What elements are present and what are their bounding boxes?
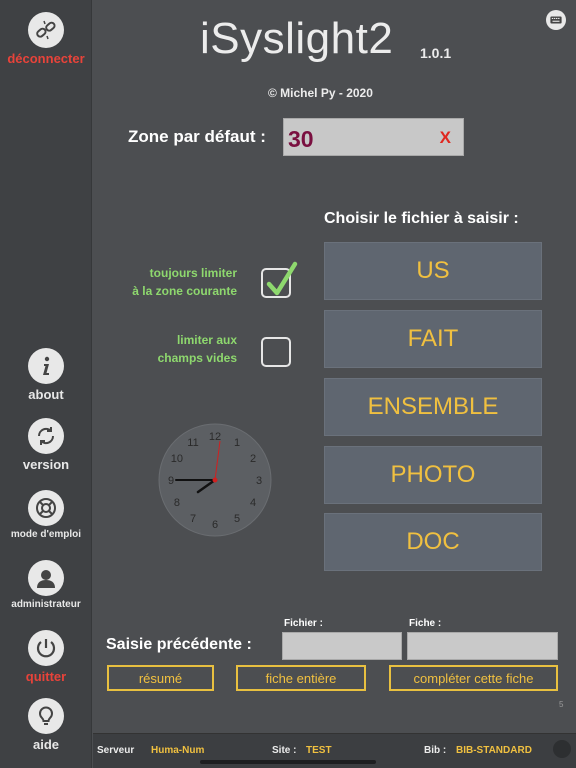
fiche-field[interactable] [407,632,558,660]
file-button-photo[interactable]: PHOTO [324,446,542,504]
clock-number: 3 [256,475,262,487]
bib-label: Bib : [424,745,447,756]
refresh-icon [28,418,64,454]
broken-link-icon [28,12,64,48]
lifebuoy-icon [28,490,64,526]
lightbulb-icon [28,698,64,734]
previous-entry-label: Saisie précédente : [106,636,252,653]
disconnect-button[interactable]: déconnecter [0,12,92,66]
admin-button[interactable]: administrateur [0,560,92,610]
limit-empty-label-line1: limiter aux [176,333,237,347]
limit-zone-label: toujours limiter à la zone courante [132,264,237,300]
limit-empty-label-line2: champs vides [157,351,237,365]
power-icon [28,630,64,666]
summary-button[interactable]: résumé [107,665,214,691]
clock-number: 10 [171,453,183,465]
manual-button[interactable]: mode d'emploi [0,490,92,540]
disconnect-label: déconnecter [7,51,85,66]
home-indicator [200,760,376,764]
full-record-button[interactable]: fiche entière [236,665,366,691]
file-button-us[interactable]: US [324,242,542,300]
page-number: 5 [559,700,564,709]
fiche-label: Fiche : [409,618,442,629]
site-value: TEST [306,745,332,756]
complete-record-button[interactable]: compléter cette fiche [389,665,558,691]
app-version: 1.0.1 [420,45,452,61]
limit-empty-label: limiter aux champs vides [158,331,237,367]
limit-zone-label-line2: à la zone courante [132,284,237,298]
server-label: Serveur [97,745,135,756]
about-button[interactable]: about [0,348,92,402]
quit-label: quitter [25,669,67,684]
about-label: about [28,387,64,402]
zone-label: Zone par défaut : [128,127,266,146]
clock-number: 8 [174,497,180,509]
file-button-doc[interactable]: DOC [324,513,542,571]
clock-number: 7 [190,513,196,525]
choose-file-heading: Choisir le fichier à saisir : [324,210,519,227]
clock-number: 2 [250,453,256,465]
file-button-fait[interactable]: FAIT [324,310,542,368]
bib-value: BIB-STANDARD [456,745,532,756]
zone-value: 30 [288,126,314,152]
server-value: Huma-Num [151,745,205,756]
admin-label: administrateur [11,599,81,610]
user-icon [28,560,64,596]
fichier-field[interactable] [282,632,402,660]
clock-number: 11 [187,437,198,449]
site-label: Site : [272,745,297,756]
help-label: aide [32,737,59,752]
fichier-label: Fichier : [284,618,323,629]
file-button-ensemble[interactable]: ENSEMBLE [324,378,542,436]
clock-number: 6 [212,519,218,531]
limit-empty-checkbox[interactable] [261,337,291,367]
app-title: iSyslight2 [200,14,394,63]
clock-number: 12 [209,431,221,443]
version-label: version [22,457,70,472]
clock-number: 4 [250,497,256,509]
zone-clear-button[interactable]: X [440,128,451,148]
checkmark-icon [266,261,298,296]
version-button[interactable]: version [0,418,92,472]
sidebar: déconnecter about version mode d'emploi … [0,0,92,768]
manual-label: mode d'emploi [10,529,82,540]
clock-number: 1 [234,437,240,449]
info-icon [28,348,64,384]
clock-number: 9 [168,475,174,487]
copyright: © Michel Py - 2020 [268,86,373,100]
zone-input[interactable]: 30 X [283,118,464,156]
limit-zone-checkbox[interactable] [261,261,298,298]
keyboard-icon[interactable] [546,10,566,30]
quit-button[interactable]: quitter [0,630,92,684]
limit-zone-label-line1: toujours limiter [149,266,237,280]
analog-clock: 12 1234567891011 [158,423,272,537]
help-button[interactable]: aide [0,698,92,752]
clock-number: 5 [234,513,240,525]
status-dot [553,740,571,758]
